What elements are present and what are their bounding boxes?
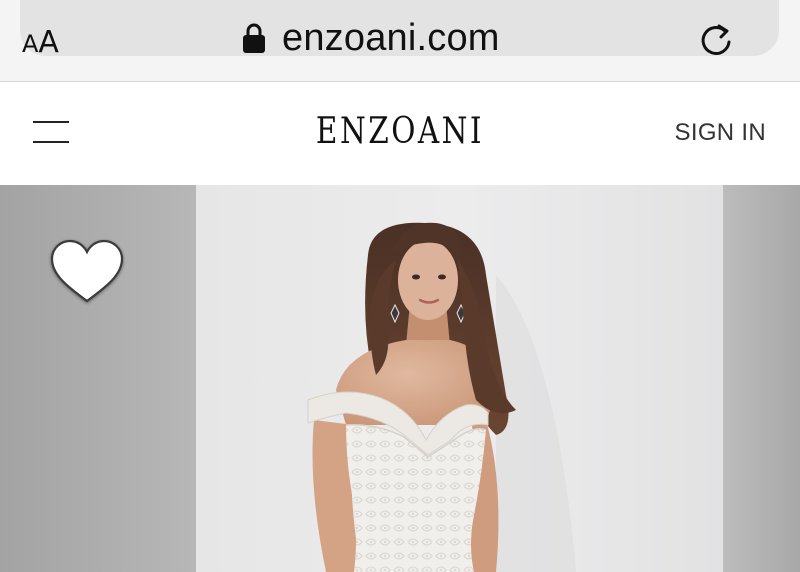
product-image [196, 185, 723, 572]
text-size-small-glyph: A [22, 30, 39, 58]
browser-toolbar: AA enzoani.com [0, 0, 800, 82]
heart-icon[interactable] [48, 237, 126, 307]
lock-icon [243, 23, 265, 53]
text-size-large-glyph: A [38, 25, 59, 60]
product-gallery[interactable] [0, 185, 800, 572]
hamburger-menu-icon[interactable] [32, 120, 70, 144]
reload-icon[interactable] [698, 24, 734, 60]
brand-logo[interactable]: ENZOANI [72, 111, 728, 152]
text-size-button[interactable]: AA [22, 28, 59, 58]
url-text: enzoani.com [282, 17, 500, 59]
url-display[interactable]: enzoani.com [242, 17, 500, 59]
sign-in-link[interactable]: SIGN IN [675, 119, 766, 147]
site-header: ENZOANI SIGN IN [0, 83, 800, 185]
next-image-preview [723, 185, 800, 572]
